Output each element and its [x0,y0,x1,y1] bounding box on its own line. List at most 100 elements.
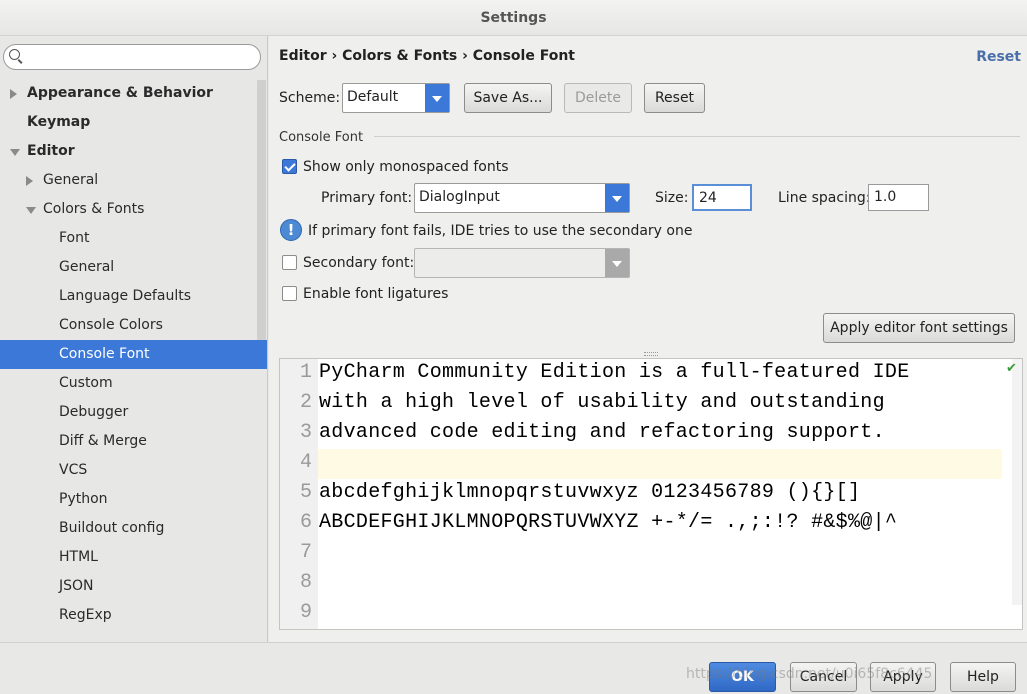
sidebar-item[interactable]: VCS [0,456,267,485]
sidebar-item[interactable]: Font [0,224,267,253]
cancel-button[interactable]: Cancel [790,662,857,692]
primary-font-label: Primary font: [321,190,413,206]
sidebar-item[interactable]: Diff & Merge [0,427,267,456]
ligatures-checkbox[interactable] [282,286,297,301]
line-number: 6 [299,511,312,534]
sidebar-item-label: Appearance & Behavior [27,85,213,101]
delete-button[interactable]: Delete [564,83,632,113]
line-number: 1 [299,361,312,384]
sidebar-item[interactable]: Appearance & Behavior [0,79,267,108]
sidebar-item-label: Buildout config [59,520,165,536]
code-line: ABCDEFGHIJKLMNOPQRSTUVWXYZ +-*/= .,;:!? … [319,511,898,534]
sidebar-item-label: VCS [59,462,88,478]
sidebar-item-label: Diff & Merge [59,433,147,449]
code-line: PyCharm Community Edition is a full-feat… [319,361,910,384]
ligatures-label: Enable font ligatures [303,286,449,302]
line-number: 5 [299,481,312,504]
help-button[interactable]: Help [950,662,1016,692]
sidebar-item[interactable]: Language Defaults [0,282,267,311]
breadcrumb: Editor › Colors & Fonts › Console Font [279,48,575,64]
sidebar-item-label: RegExp [59,607,112,623]
show-mono-checkbox[interactable] [282,159,297,174]
scheme-label: Scheme: [279,90,341,106]
secondary-font-checkbox[interactable] [282,255,297,270]
chevron-down-icon [425,84,449,112]
sidebar-item[interactable]: Editor [0,137,267,166]
sidebar-item-label: Custom [59,375,113,391]
sidebar-item-label: General [43,172,99,188]
sidebar-item[interactable]: Buildout config [0,514,267,543]
code-line: abcdefghijklmnopqrstuvwxyz 0123456789 ()… [319,481,861,504]
sidebar-item[interactable]: Colors & Fonts [0,195,267,224]
line-number: 7 [299,541,312,564]
sidebar-item-label: HTML [59,549,98,565]
sidebar-item[interactable]: RegExp [0,601,267,630]
code-line: advanced code editing and refactoring su… [319,421,885,444]
sidebar-item[interactable]: General [0,166,267,195]
sidebar-item-label: Colors & Fonts [43,201,145,217]
chevron-down-icon [605,184,629,212]
line-number: 4 [299,451,312,474]
window-title: Settings [0,0,1027,36]
chevron-right-icon[interactable] [10,89,17,99]
section-divider [374,136,1020,137]
apply-button[interactable]: Apply [870,662,936,692]
chevron-down-icon [605,249,629,277]
sidebar-item-label: General [59,259,115,275]
sidebar-scrollbar[interactable] [257,80,266,340]
sidebar-item-label: JSON [59,578,94,594]
settings-tree: Appearance & Behavior Keymap Editor General… [0,79,267,630]
secondary-font-select[interactable] [414,248,630,278]
sidebar-item-label: Editor [27,143,75,159]
chevron-down-icon[interactable] [26,207,36,214]
sidebar-item[interactable]: Debugger [0,398,267,427]
sidebar-item-label: Console Font [59,346,150,362]
settings-sidebar: Appearance & Behavior Keymap Editor General… [0,36,268,642]
preview-scrollbar[interactable] [1012,359,1022,605]
line-spacing-label: Line spacing: [778,190,871,206]
check-icon: ✔ [1006,361,1017,376]
scheme-select[interactable]: Default [342,83,450,113]
sidebar-item[interactable]: Python [0,485,267,514]
chevron-right-icon[interactable] [26,176,33,186]
scheme-value: Default [347,89,399,105]
info-text: If primary font fails, IDE tries to use … [308,223,693,239]
chevron-down-icon[interactable] [10,149,20,156]
section-title: Console Font [279,130,364,145]
sidebar-item[interactable]: HTML [0,543,267,572]
scheme-reset-button[interactable]: Reset [644,83,705,113]
line-number: 3 [299,421,312,444]
line-spacing-input[interactable]: 1.0 [868,184,929,211]
sidebar-item-label: Language Defaults [59,288,191,304]
save-as-button[interactable]: Save As... [464,83,552,113]
settings-content: Editor › Colors & Fonts › Console Font R… [269,36,1027,642]
primary-font-value: DialogInput [419,189,500,205]
sidebar-item[interactable]: Keymap [0,108,267,137]
sidebar-item[interactable]: Custom [0,369,267,398]
apply-editor-font-button[interactable]: Apply editor font settings [823,313,1015,343]
sidebar-item[interactable]: JSON [0,572,267,601]
size-label: Size: [655,190,689,206]
info-icon: ! [280,219,302,241]
show-mono-label: Show only monospaced fonts [303,159,509,175]
reset-link[interactable]: Reset [976,49,1021,65]
current-line-highlight [280,449,1002,479]
secondary-font-label: Secondary font: [303,255,415,271]
sidebar-item[interactable]: General [0,253,267,282]
search-input[interactable] [3,44,261,70]
size-input[interactable]: 24 [692,184,752,211]
primary-font-select[interactable]: DialogInput [414,183,630,213]
line-number: 2 [299,391,312,414]
splitter-handle[interactable] [644,352,658,356]
sidebar-item-label: Keymap [27,114,91,130]
sidebar-item-label: Console Colors [59,317,163,333]
line-number: 9 [299,601,312,624]
sidebar-item-label: Python [59,491,108,507]
search-icon [9,49,20,60]
sidebar-item-label: Debugger [59,404,129,420]
sidebar-item[interactable]: Console Font [0,340,267,369]
code-line: with a high level of usability and outst… [319,391,885,414]
sidebar-item[interactable]: Console Colors [0,311,267,340]
font-preview-editor[interactable]: 1 PyCharm Community Edition is a full-fea… [279,358,1023,630]
ok-button[interactable]: OK [709,662,776,692]
